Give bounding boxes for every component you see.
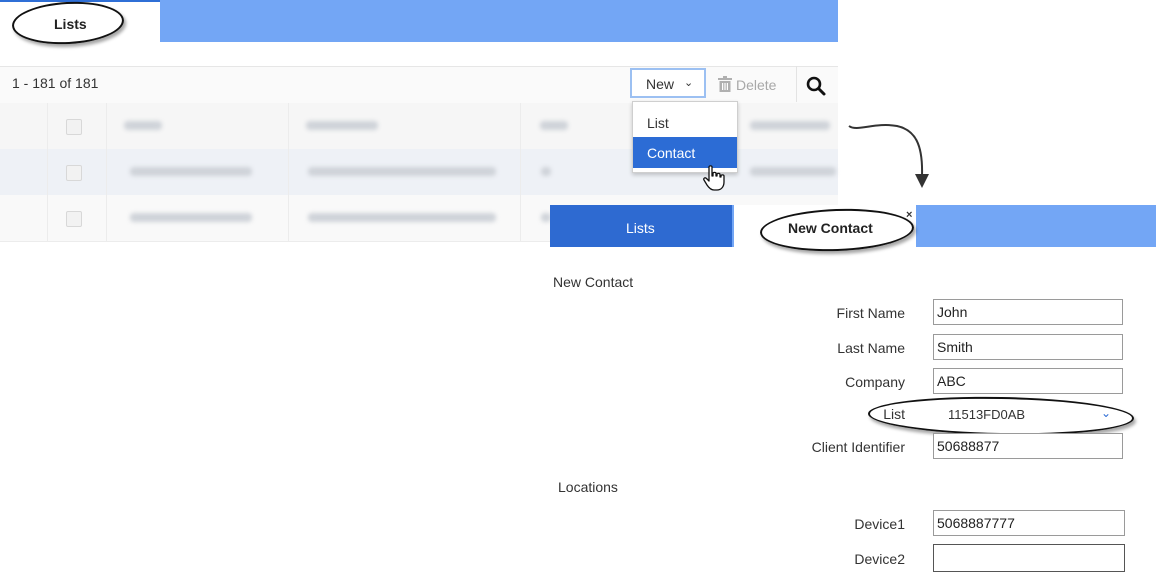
blurred-cell [130,167,252,176]
column-divider [288,103,289,241]
blurred-header-created [750,121,830,130]
tab-lists-label: Lists [626,220,655,236]
select-all-checkbox[interactable] [66,119,82,135]
device2-label: Device2 [854,551,905,567]
search-icon[interactable] [804,74,828,98]
first-name-label: First Name [836,305,905,321]
grid-toolbar [0,66,838,104]
client-identifier-label: Client Identifier [811,439,905,455]
tab-lists[interactable]: Lists [550,205,732,247]
list-label: List [883,406,905,422]
company-field[interactable] [933,368,1123,394]
trash-icon [718,76,732,92]
last-name-label: Last Name [837,340,905,356]
company-label: Company [845,374,905,390]
device1-label: Device1 [854,516,905,532]
flow-arrow-icon [848,124,929,188]
blurred-header-name [124,121,162,130]
row-checkbox[interactable] [66,211,82,227]
menu-item-contact-label: Contact [647,145,696,161]
close-icon[interactable]: × [906,209,912,221]
menu-item-list-label: List [647,115,669,131]
first-name-field[interactable] [933,299,1123,325]
blurred-cell [750,167,836,176]
hand-cursor-icon [703,165,725,191]
column-divider [47,103,48,241]
column-divider [106,103,107,241]
pagination-range: 1 - 181 of 181 [12,75,99,91]
new-button-label: New [646,76,675,92]
device1-field[interactable] [933,510,1125,536]
toolbar-divider [796,66,797,102]
row-checkbox[interactable] [66,165,82,181]
section-title-locations: Locations [558,479,618,495]
column-divider [520,103,521,241]
delete-label: Delete [736,77,777,93]
new-dropdown-menu: List Contact [632,101,738,173]
menu-item-list[interactable]: List [633,108,737,138]
menu-item-contact[interactable]: Contact [633,137,737,168]
blurred-cell [308,167,496,176]
blurred-header-size [540,121,568,130]
client-identifier-field[interactable] [933,433,1123,459]
section-title-new-contact: New Contact [553,274,634,290]
blurred-cell [308,213,496,222]
tab-new-contact-label: New Contact [788,220,873,236]
blurred-header-description [306,121,378,130]
delete-button[interactable]: Delete [716,74,786,96]
tab-lists-top[interactable]: Lists [0,0,160,42]
last-name-field[interactable] [933,334,1123,360]
tab-new-contact[interactable]: New Contact × [734,205,916,247]
device2-field[interactable] [933,544,1125,572]
list-select-value: 11513FD0AB [948,407,1026,422]
new-button[interactable]: New ⌄ [630,68,706,98]
blurred-cell [541,167,551,176]
list-select[interactable]: 11513FD0AB ⌄ [933,400,1125,428]
tab-lists-top-label: Lists [54,16,87,32]
chevron-down-icon: ⌄ [1101,406,1112,420]
chevron-down-icon: ⌄ [684,77,694,89]
blurred-cell [130,213,252,222]
